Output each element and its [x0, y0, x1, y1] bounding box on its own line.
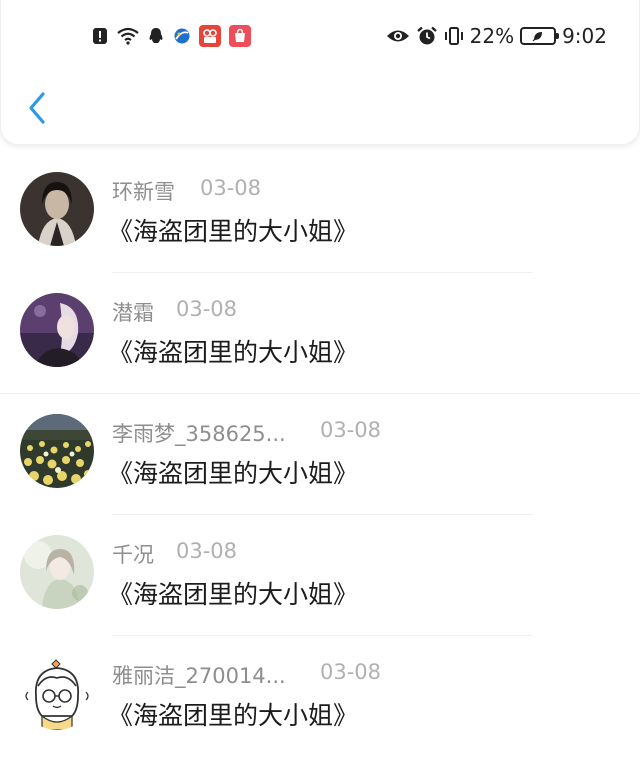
notification-icons: [91, 25, 251, 47]
user-name: 雅丽洁_270014...: [112, 664, 286, 688]
list-item[interactable]: 潜霜 03-08 《海盗团里的大小姐》: [0, 273, 640, 394]
user-name: 潜霜: [112, 301, 154, 325]
vibrate-icon: [444, 27, 463, 45]
avatar[interactable]: [20, 293, 94, 367]
avatar[interactable]: [20, 172, 94, 246]
list-item[interactable]: 环新雪 03-08 《海盗团里的大小姐》: [0, 152, 640, 273]
status-bar: 22% 9:02: [1, 22, 640, 54]
system-indicators: 22% 9:02: [386, 24, 607, 48]
shopping-app-icon: [229, 25, 251, 47]
date: 03-08: [200, 176, 262, 200]
date: 03-08: [320, 418, 382, 442]
book-title[interactable]: 《海盗团里的大小姐》: [108, 575, 358, 611]
book-title[interactable]: 《海盗团里的大小姐》: [108, 212, 358, 248]
battery-percent: 22%: [469, 24, 515, 48]
list-item[interactable]: 千况 03-08 《海盗团里的大小姐》: [0, 515, 640, 636]
user-name: 李雨梦_358625...: [112, 422, 286, 446]
avatar[interactable]: [20, 535, 94, 609]
battery-icon: [520, 27, 560, 45]
alert-icon: [93, 28, 107, 44]
chevron-left-icon: [29, 92, 45, 124]
back-button[interactable]: [21, 88, 51, 128]
eye-icon: [386, 30, 409, 42]
user-name: 千况: [112, 543, 154, 567]
avatar[interactable]: [20, 414, 94, 488]
book-title[interactable]: 《海盗团里的大小姐》: [108, 454, 358, 490]
user-name: 环新雪: [112, 180, 175, 204]
date: 03-08: [176, 297, 238, 321]
browser-icon: [174, 28, 190, 44]
date: 03-08: [176, 539, 238, 563]
book-title[interactable]: 《海盗团里的大小姐》: [108, 333, 358, 369]
qq-icon: [149, 28, 163, 43]
video-app-icon: [199, 25, 221, 47]
wifi-icon: [117, 27, 139, 45]
alarm-icon: [416, 26, 437, 45]
book-title[interactable]: 《海盗团里的大小姐》: [108, 696, 358, 732]
list-item[interactable]: 雅丽洁_270014... 03-08 《海盗团里的大小姐》: [0, 636, 640, 757]
clock: 9:02: [562, 24, 607, 48]
avatar[interactable]: [20, 656, 94, 730]
gift-record-list: 环新雪 03-08 《海盗团里的大小姐》 潜霜 03-08 《海盗团里的大小姐》: [0, 152, 640, 757]
list-item[interactable]: 李雨梦_358625... 03-08 《海盗团里的大小姐》: [0, 394, 640, 515]
top-bar: 22% 9:02: [0, 0, 640, 145]
date: 03-08: [320, 660, 382, 684]
